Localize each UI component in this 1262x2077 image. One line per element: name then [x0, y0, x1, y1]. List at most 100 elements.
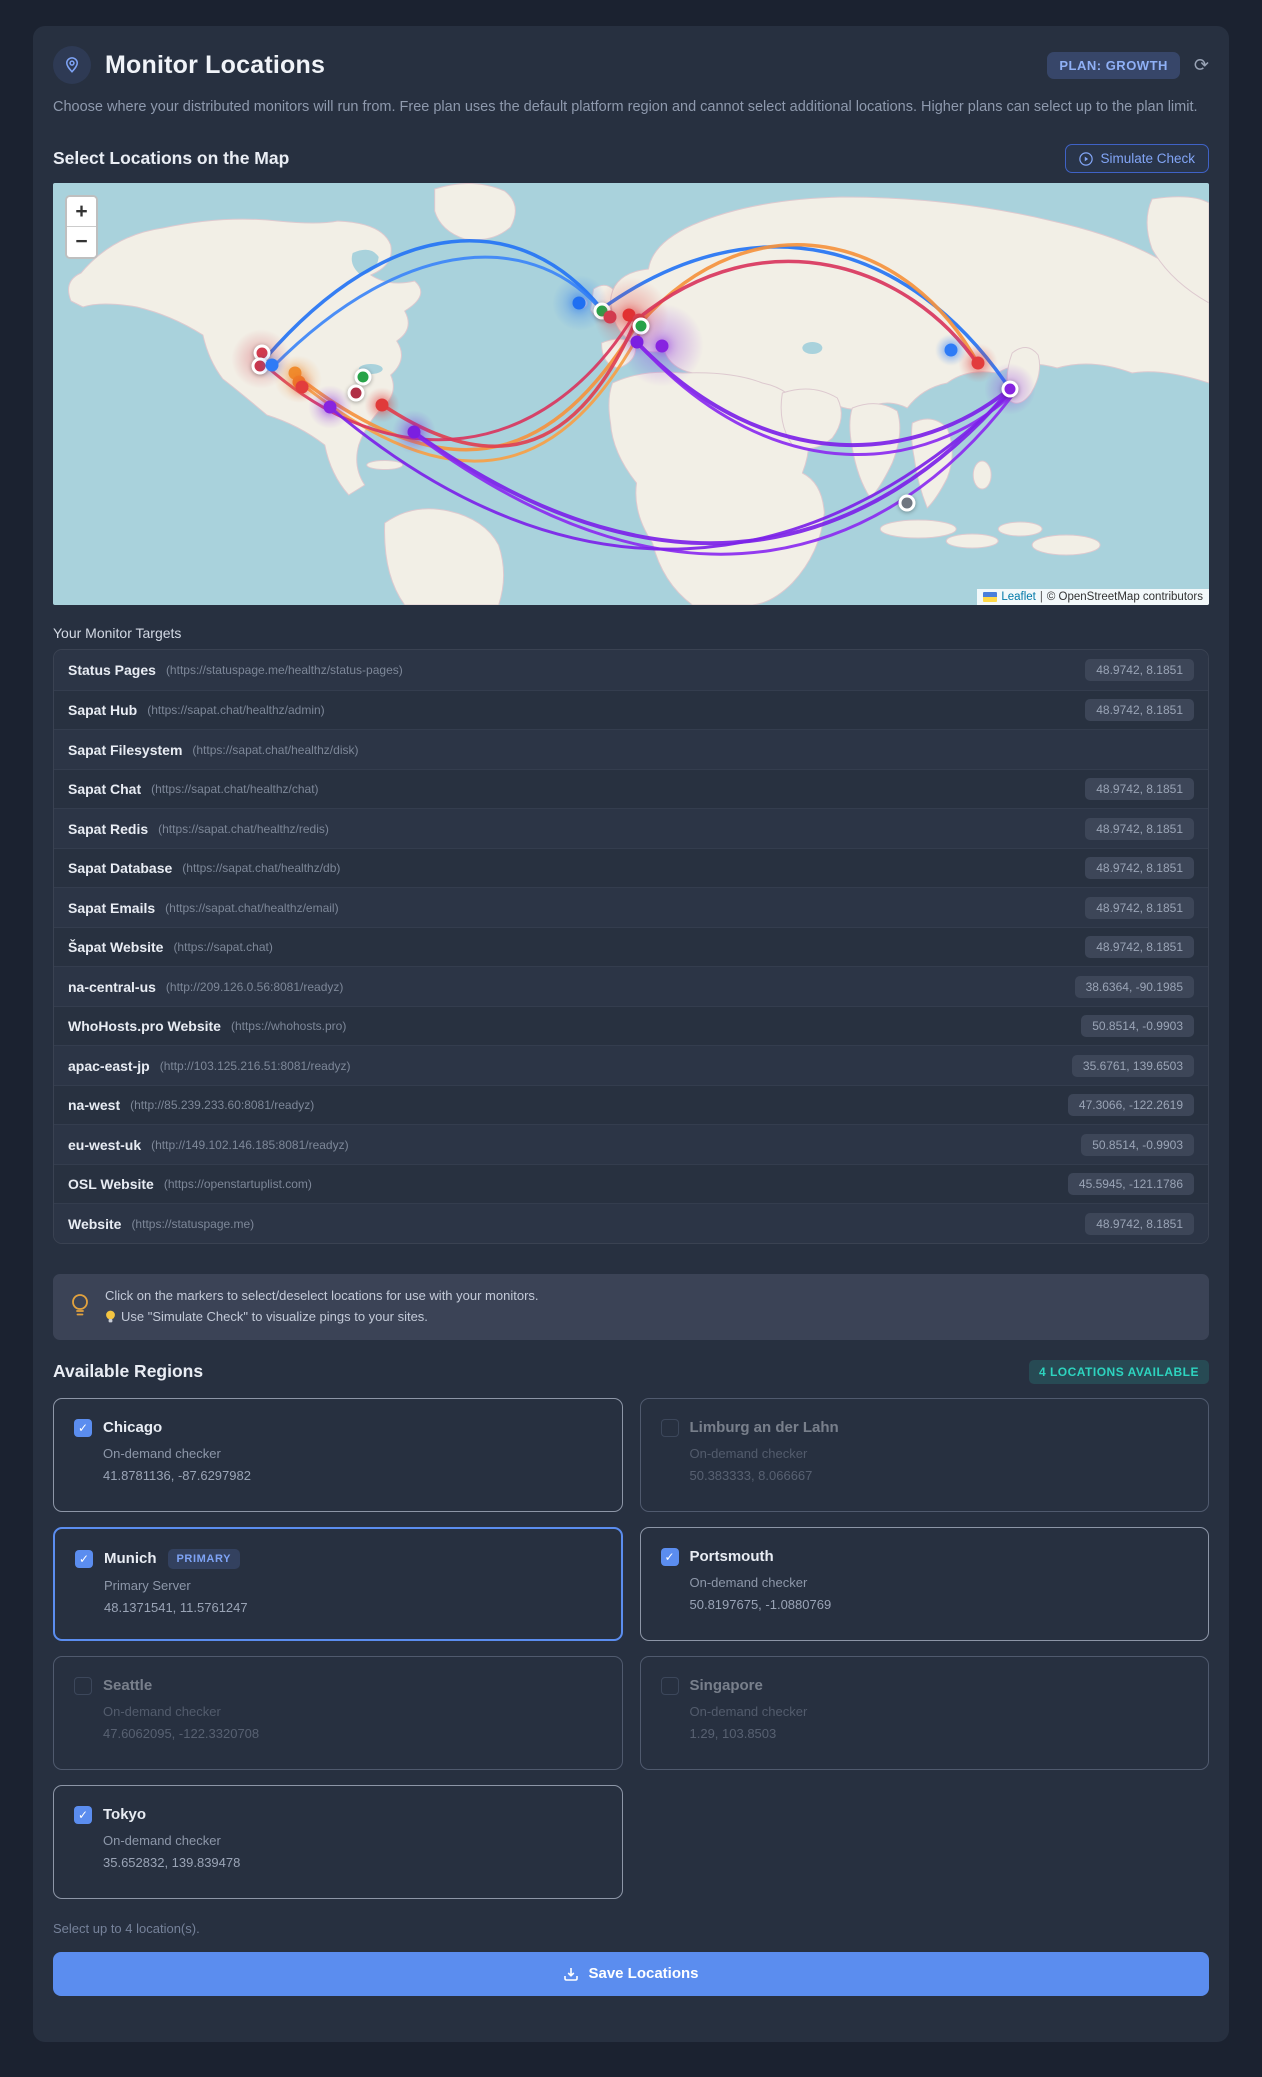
target-name: Sapat Database [68, 860, 173, 877]
target-coords-badge: 48.9742, 8.1851 [1085, 857, 1194, 880]
map-marker[interactable] [971, 356, 985, 370]
locations-available-badge: 4 LOCATIONS AVAILABLE [1028, 1359, 1209, 1384]
tip-box: Click on the markers to select/deselect … [53, 1273, 1209, 1340]
target-url: (https://statuspage.me/healthz/status-pa… [165, 663, 403, 678]
target-url: (http://103.125.216.51:8081/readyz) [159, 1058, 351, 1073]
target-row: na-central-us (http://209.126.0.56:8081/… [54, 966, 1208, 1006]
map-marker[interactable] [265, 358, 279, 372]
map-marker[interactable] [354, 368, 372, 386]
region-checkbox[interactable] [660, 1418, 679, 1437]
region-checkbox[interactable]: ✓ [660, 1547, 679, 1566]
map-section-title: Select Locations on the Map [53, 148, 290, 169]
region-checkbox[interactable]: ✓ [74, 1805, 92, 1824]
region-checkbox[interactable]: ✓ [75, 1549, 93, 1568]
map-marker[interactable] [898, 494, 916, 512]
region-name: Portsmouth [689, 1548, 774, 1566]
target-row: Sapat Hub (https://sapat.chat/healthz/ad… [54, 689, 1208, 730]
region-coords: 47.6062095, -122.3320708 [103, 1725, 260, 1741]
leaflet-link[interactable]: Leaflet [1001, 591, 1036, 603]
region-name: Munich [104, 1550, 157, 1568]
region-role: On-demand checker [689, 1445, 808, 1461]
region-checkbox[interactable]: ✓ [74, 1418, 92, 1437]
primary-badge: PRIMARY [167, 1548, 241, 1569]
target-url: (https://sapat.chat/healthz/db) [182, 861, 341, 876]
save-icon [564, 1967, 579, 1981]
target-name: Sapat Hub [68, 702, 138, 719]
map-marker[interactable] [603, 310, 617, 324]
region-role: On-demand checker [689, 1703, 808, 1719]
target-row: Sapat Redis (https://sapat.chat/healthz/… [54, 808, 1208, 848]
map-marker[interactable] [1001, 380, 1019, 398]
map-marker[interactable] [655, 339, 669, 353]
targets-heading: Your Monitor Targets [53, 625, 182, 642]
region-role: On-demand checker [103, 1445, 221, 1461]
map-marker[interactable] [347, 384, 365, 402]
region-card[interactable]: ✓ Tokyo On-demand checker 35.652832, 139… [53, 1784, 623, 1899]
target-url: (https://statuspage.me) [131, 1216, 255, 1231]
target-row: Sapat Database (https://sapat.chat/healt… [54, 847, 1208, 888]
region-card[interactable]: ✓ Munich PRIMARY Primary Server 48.13715… [53, 1526, 623, 1641]
region-card[interactable]: Singapore On-demand checker 1.29, 103.85… [639, 1655, 1209, 1770]
target-name: Status Pages [68, 662, 156, 679]
region-coords: 48.1371541, 11.5761247 [104, 1599, 248, 1615]
region-coords: 35.652832, 139.839478 [103, 1854, 241, 1870]
target-url: (https://sapat.chat/healthz/redis) [158, 821, 329, 836]
region-card[interactable]: ✓ Portsmouth On-demand checker 50.819767… [639, 1526, 1209, 1641]
zoom-in-button[interactable]: + [67, 197, 96, 228]
target-name: eu-west-uk [68, 1136, 142, 1153]
target-name: OSL Website [68, 1176, 154, 1193]
map-marker[interactable] [295, 380, 309, 394]
world-map[interactable]: + − Leaflet | © OpenStreetMap contributo… [53, 183, 1209, 606]
target-name: Website [68, 1215, 122, 1232]
ukraine-flag-icon [983, 592, 998, 603]
tip-line1: Click on the markers to select/deselect … [105, 1287, 539, 1303]
monitor-targets-list: Status Pages (https://statuspage.me/heal… [53, 649, 1209, 1244]
map-zoom-control: + − [65, 195, 98, 260]
target-coords-badge: 48.9742, 8.1851 [1085, 699, 1194, 722]
map-marker[interactable] [375, 398, 389, 412]
map-marker[interactable] [572, 296, 586, 310]
region-checkbox[interactable] [660, 1676, 679, 1695]
map-marker[interactable] [323, 400, 337, 414]
region-card[interactable]: Limburg an der Lahn On-demand checker 50… [639, 1397, 1209, 1512]
target-row: Šapat Website (https://sapat.chat) 48.97… [54, 926, 1208, 967]
target-row: OSL Website (https://openstartuplist.com… [54, 1163, 1208, 1204]
target-row: Status Pages (https://statuspage.me/heal… [54, 650, 1208, 690]
target-coords-badge: 48.9742, 8.1851 [1085, 817, 1194, 840]
target-name: Sapat Redis [68, 820, 149, 837]
zoom-out-button[interactable]: − [67, 227, 96, 258]
region-card[interactable]: ✓ Chicago On-demand checker 41.8781136, … [53, 1397, 623, 1512]
region-role: On-demand checker [689, 1574, 808, 1590]
location-pin-icon [53, 46, 91, 84]
target-name: Sapat Emails [68, 899, 156, 916]
target-row: na-west (http://85.239.233.60:8081/ready… [54, 1084, 1208, 1125]
target-coords-badge: 35.6761, 139.6503 [1071, 1054, 1194, 1077]
target-row: Sapat Chat (https://sapat.chat/healthz/c… [54, 768, 1208, 809]
simulate-check-button[interactable]: Simulate Check [1065, 144, 1209, 174]
target-coords-badge: 48.9742, 8.1851 [1085, 896, 1194, 919]
map-marker[interactable] [407, 425, 421, 439]
target-name: na-west [68, 1097, 121, 1114]
map-marker[interactable] [944, 343, 958, 357]
map-marker[interactable] [632, 317, 650, 335]
tip-line2: Use "Simulate Check" to visualize pings … [121, 1308, 428, 1324]
target-url: (https://sapat.chat) [173, 940, 273, 955]
region-card[interactable]: Seattle On-demand checker 47.6062095, -1… [53, 1655, 623, 1770]
map-marker[interactable] [630, 335, 644, 349]
selection-limit-note: Select up to 4 location(s). [53, 1920, 200, 1936]
target-name: na-central-us [68, 978, 156, 995]
target-coords-badge: 48.9742, 8.1851 [1085, 659, 1194, 682]
target-url: (http://149.102.146.185:8081/readyz) [151, 1137, 349, 1152]
target-name: Sapat Filesystem [68, 741, 183, 758]
region-checkbox[interactable] [74, 1676, 92, 1695]
target-url: (https://sapat.chat/healthz/email) [165, 900, 339, 915]
target-name: Šapat Website [68, 939, 164, 956]
region-name: Limburg an der Lahn [689, 1419, 839, 1437]
target-row: eu-west-uk (http://149.102.146.185:8081/… [54, 1124, 1208, 1164]
refresh-icon[interactable]: ⟳ [1194, 55, 1209, 76]
save-locations-button[interactable]: Save Locations [53, 1951, 1209, 1996]
target-row: Sapat Emails (https://sapat.chat/healthz… [54, 887, 1208, 927]
target-url: (https://openstartuplist.com) [163, 1177, 312, 1192]
region-name: Singapore [689, 1677, 763, 1695]
region-role: Primary Server [104, 1577, 191, 1593]
